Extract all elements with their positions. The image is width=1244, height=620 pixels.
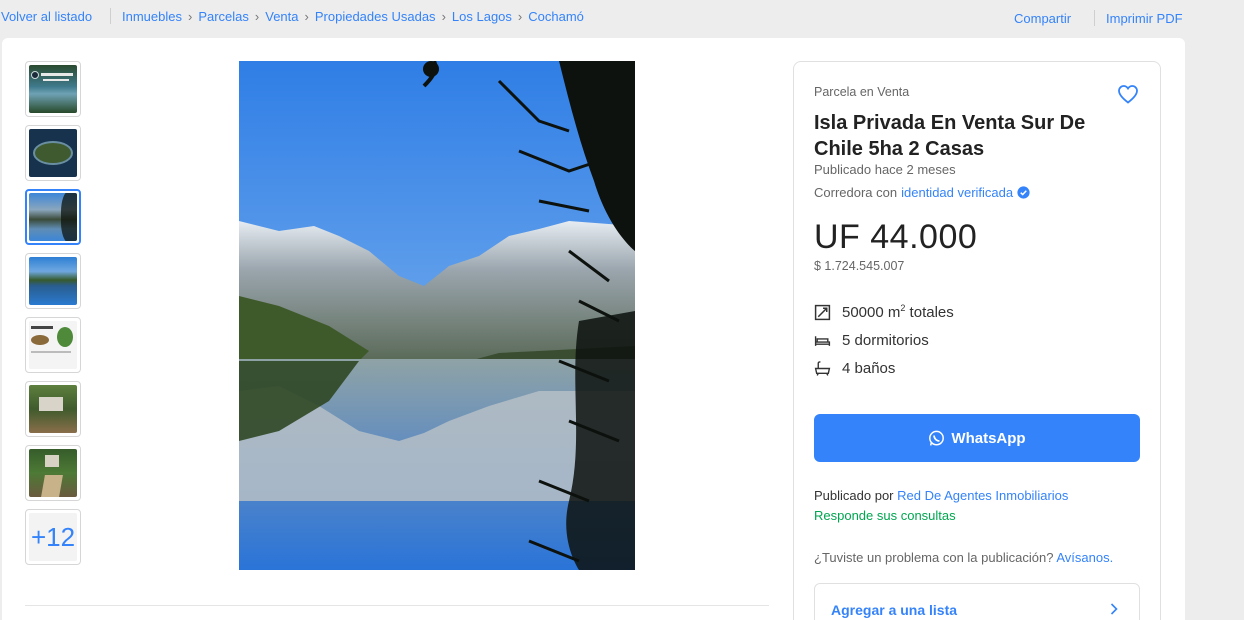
bathrooms-label: 4 baños [842, 360, 896, 377]
breadcrumb-item-cochamo[interactable]: Cochamó [528, 9, 584, 24]
gallery-more-button[interactable]: +12 [25, 509, 81, 565]
report-link[interactable]: Avísanos. [1056, 550, 1113, 565]
breadcrumb-item-venta[interactable]: Venta [265, 9, 298, 24]
attribute-area: 50000 m2 totales [814, 303, 954, 321]
thumbnail-image [29, 257, 77, 305]
share-link[interactable]: Compartir [1014, 11, 1071, 26]
chevron-right-icon: › [441, 9, 446, 24]
chevron-right-icon: › [304, 9, 309, 24]
breadcrumb-item-propiedades-usadas[interactable]: Propiedades Usadas [315, 9, 436, 24]
lake-mountain-photo [239, 61, 635, 570]
published-date: Publicado hace 2 meses [814, 162, 956, 177]
gallery-thumbnail[interactable] [25, 445, 81, 501]
verified-identity-link[interactable]: identidad verificada [901, 185, 1013, 200]
responds-badge: Responde sus consultas [814, 508, 956, 523]
area-icon [814, 304, 831, 320]
attribute-bathrooms: 4 baños [814, 360, 895, 377]
agency-prefix: Corredora con [814, 185, 898, 200]
whatsapp-icon [929, 430, 945, 446]
chevron-right-icon: › [254, 9, 260, 24]
thumbnail-image [29, 65, 77, 113]
attribute-bedrooms: 5 dormitorios [814, 332, 929, 349]
price-clp: $ 1.724.545.007 [814, 259, 905, 273]
bed-icon [814, 336, 831, 346]
section-divider [25, 605, 769, 606]
listing-title: Isla Privada En Venta Sur De Chile 5ha 2… [814, 112, 1086, 160]
gallery-thumbnail[interactable] [25, 381, 81, 437]
separator [110, 8, 111, 24]
whatsapp-label: WhatsApp [951, 429, 1026, 447]
separator [1094, 10, 1095, 26]
thumbnail-image [29, 321, 77, 369]
thumbnail-image [29, 385, 77, 433]
bedrooms-label: 5 dormitorios [842, 332, 929, 349]
heart-icon[interactable] [1116, 82, 1140, 106]
breadcrumb-item-inmuebles[interactable]: Inmuebles [122, 9, 182, 24]
chevron-right-icon: › [517, 9, 523, 24]
area-label: 50000 m2 totales [842, 303, 954, 321]
problem-text: ¿Tuviste un problema con la publicación? [814, 550, 1054, 565]
whatsapp-button[interactable]: WhatsApp [814, 414, 1140, 462]
main-photo[interactable] [239, 61, 635, 570]
verified-icon [1017, 186, 1030, 199]
add-to-list-label: Agregar a una lista [831, 602, 958, 618]
seller-link[interactable]: Red De Agentes Inmobiliarios [897, 488, 1068, 503]
breadcrumb: Inmuebles › Parcelas › Venta › Propiedad… [122, 9, 584, 24]
bath-icon [814, 361, 831, 376]
gallery-thumbnail[interactable] [25, 317, 81, 373]
thumbnail-image [29, 129, 77, 177]
more-photos-count: +12 [29, 513, 77, 561]
published-by: Publicado por Red De Agentes Inmobiliari… [814, 488, 1068, 503]
listing-condition: Parcela en Venta [814, 85, 910, 99]
price: UF 44.000 [814, 218, 978, 256]
purchase-panel: Parcela en Venta Isla Privada En Venta S… [793, 61, 1161, 620]
thumbnail-image [29, 193, 77, 241]
gallery-thumbnail[interactable] [25, 125, 81, 181]
gallery-thumbnail[interactable] [25, 189, 81, 245]
top-bar: Volver al listado Inmuebles › Parcelas ›… [0, 0, 1244, 36]
chevron-right-icon [1110, 603, 1118, 615]
agency-verification: Corredora con identidad verificada [814, 185, 1030, 200]
report-problem: ¿Tuviste un problema con la publicación?… [814, 550, 1113, 565]
gallery-thumbnail[interactable] [25, 253, 81, 309]
add-to-list-button[interactable]: Agregar a una lista [814, 583, 1140, 620]
print-pdf-link[interactable]: Imprimir PDF [1106, 11, 1183, 26]
published-by-prefix: Publicado por [814, 488, 894, 503]
breadcrumb-item-los-lagos[interactable]: Los Lagos [452, 9, 512, 24]
back-to-listing-link[interactable]: Volver al listado [1, 9, 92, 24]
breadcrumb-item-parcelas[interactable]: Parcelas [198, 9, 249, 24]
gallery-thumbnail[interactable] [25, 61, 81, 117]
thumbnail-image [29, 449, 77, 497]
chevron-right-icon: › [187, 9, 193, 24]
